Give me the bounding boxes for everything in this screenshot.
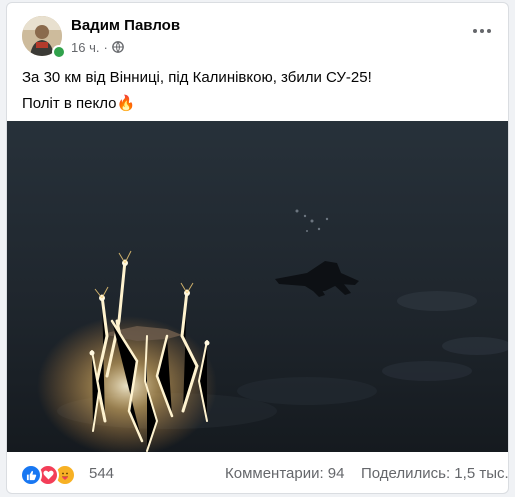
like-icon <box>20 464 42 486</box>
dot-icon <box>480 29 484 33</box>
reaction-count[interactable]: 544 <box>89 465 114 482</box>
post-card: Вадим Павлов 16 ч. · За 30 км від Вінниц… <box>6 2 509 494</box>
fire-emoji-icon: 🔥 <box>116 95 136 112</box>
author-name[interactable]: Вадим Павлов <box>71 17 180 34</box>
online-status-dot <box>52 45 66 59</box>
post-time[interactable]: 16 ч. <box>71 40 99 55</box>
reactions-summary[interactable] <box>20 464 76 486</box>
comments-count[interactable]: Комментарии: 94 <box>225 465 345 482</box>
post-photo[interactable] <box>7 121 508 452</box>
post-footer: 544 Комментарии: 94 Поделились: 1,5 тыс. <box>7 452 508 493</box>
post-meta: 16 ч. · <box>71 39 124 55</box>
globe-icon[interactable] <box>111 41 124 53</box>
post-text-line2-text: Політ в пекло <box>22 95 117 112</box>
dot-icon <box>487 29 491 33</box>
dot-icon <box>473 29 477 33</box>
shares-count[interactable]: Поделились: 1,5 тыс. <box>361 465 508 482</box>
meta-separator: · <box>103 39 108 55</box>
post-text-line1: За 30 км від Вінниці, під Калинівкою, зб… <box>22 69 372 86</box>
more-options-button[interactable] <box>470 23 494 39</box>
post-text-line2: Політ в пекло🔥 <box>22 94 135 114</box>
